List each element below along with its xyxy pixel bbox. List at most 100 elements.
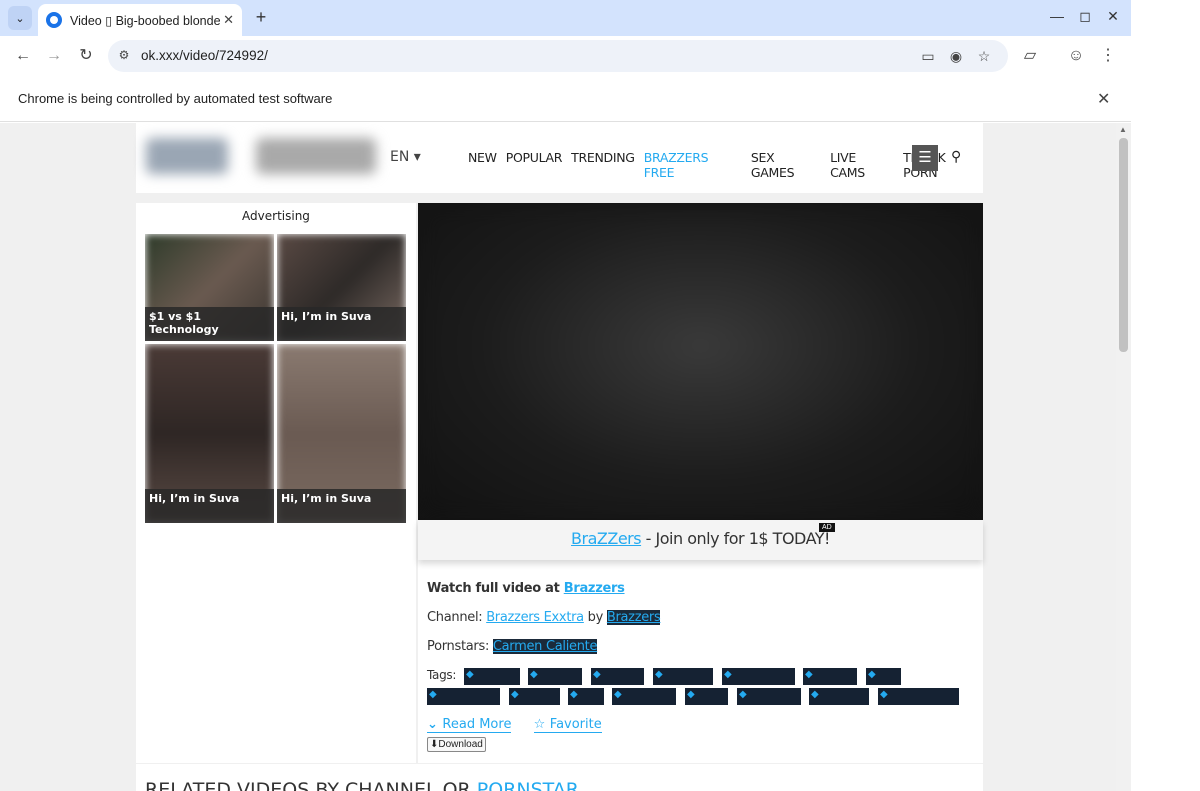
ad-tile[interactable]: Hi, I’m in Suva [277,344,406,523]
tab-close-icon[interactable]: ✕ [223,12,234,28]
nav-sex-games[interactable]: SEX GAMES [751,150,821,180]
tag-chip[interactable] [803,668,857,685]
watch-full-row: Watch full video at Brazzers [427,581,977,610]
star-plus-icon: ☆ [533,717,550,732]
automation-infobar: Chrome is being controlled by automated … [0,76,1131,122]
related-section: RELATED VIDEOS BY CHANNEL OR PORNSTAR [136,764,983,791]
scroll-thumb[interactable] [1119,138,1128,352]
desktop-background [1131,0,1200,791]
page-content: EN ▾ NEW POPULAR TRENDING BRAZZERS FREE … [0,123,1116,791]
ad-caption: Hi, I’m in Suva [145,489,274,523]
search-icon[interactable]: ⚲ [951,148,961,165]
address-bar[interactable]: ⚙ ok.xxx/video/724992/ ▭ ◉ ☆ [108,40,1008,72]
related-title: RELATED VIDEOS BY CHANNEL OR PORNSTAR [145,779,579,791]
tab-title: Video ▯ Big-boobed blonde [70,13,220,28]
bookmark-star-icon[interactable]: ☆ [975,48,993,65]
tag-chip[interactable] [866,668,901,685]
ad-tile[interactable]: $1 vs $1 Technology [145,234,274,341]
minimize-button[interactable]: — [1047,8,1067,24]
nav-new[interactable]: NEW [468,150,497,180]
profile-icon[interactable]: ☺ [1064,44,1088,68]
back-button[interactable]: ← [11,44,35,68]
network-link[interactable]: Brazzers [606,610,661,625]
forward-button[interactable]: → [42,44,66,68]
chevron-down-icon: ⌄ [427,717,443,732]
eye-off-icon[interactable]: ◉ [947,48,965,65]
hamburger-menu-icon[interactable]: ☰ [912,145,938,171]
ad-caption: Hi, I’m in Suva [277,489,406,523]
tag-chip[interactable] [685,688,728,705]
install-app-icon[interactable]: ▭ [919,48,937,65]
tag-chip[interactable] [612,688,676,705]
watch-link[interactable]: Brazzers [564,581,625,596]
infobar-close-icon[interactable]: ✕ [1097,89,1110,109]
watch-label: Watch full video at [427,581,564,596]
related-title-link[interactable]: PORNSTAR [477,779,579,791]
pornstar-link[interactable]: Carmen Caliente [492,639,597,654]
sponsor-link[interactable]: BraZZers [571,529,642,548]
tab-strip: ⌄ Video ▯ Big-boobed blonde ✕ + — ◻ ✕ [0,0,1131,36]
nav-live-cams[interactable]: LIVE CAMS [830,150,894,180]
tag-chip[interactable] [653,668,713,685]
favorite-label: Favorite [549,717,602,732]
read-more-link[interactable]: ⌄ Read More [427,717,512,733]
menu-dots-icon[interactable]: ⋮ [1096,44,1120,68]
video-frame [418,203,983,520]
reload-button[interactable]: ↻ [74,44,98,68]
tag-chip[interactable] [878,688,959,705]
ad-tile[interactable]: Hi, I’m in Suva [277,234,406,341]
video-actions: ⌄ Read More ☆ Favorite [427,717,620,733]
window-close-button[interactable]: ✕ [1103,8,1123,25]
advertising-column: Advertising $1 vs $1 Technology Hi, I’m … [136,203,416,763]
favorite-link[interactable]: ☆ Favorite [533,717,602,733]
tag-chip[interactable] [737,688,801,705]
download-button[interactable]: ⬇Download [427,737,486,752]
video-column: BraZZers - Join only for 1$ TODAY! AD Wa… [418,203,983,763]
video-info: Watch full video at Brazzers Channel: Br… [427,581,977,708]
tab-active[interactable]: Video ▯ Big-boobed blonde ✕ [38,4,242,36]
ad-caption: Hi, I’m in Suva [277,307,406,341]
language-select[interactable]: EN ▾ [390,149,421,165]
channel-label: Channel: [427,610,487,625]
site-logo-text[interactable] [256,138,376,174]
tag-chip[interactable] [809,688,869,705]
nav-popular[interactable]: POPULAR [506,150,563,180]
maximize-button[interactable]: ◻ [1075,8,1095,25]
main-nav: NEW POPULAR TRENDING BRAZZERS FREE SEX G… [468,150,983,180]
tag-chip[interactable] [591,668,644,685]
nav-brazzers-free[interactable]: BRAZZERS FREE [644,150,742,180]
advertising-title: Advertising [242,209,310,223]
site-header: EN ▾ NEW POPULAR TRENDING BRAZZERS FREE … [136,123,983,193]
related-title-text: RELATED VIDEOS BY CHANNEL OR [145,779,477,791]
pornstars-row: Pornstars: Carmen Caliente [427,639,977,668]
channel-row: Channel: Brazzers Exxtra by Brazzers [427,610,977,639]
site-info-icon[interactable]: ⚙ [116,48,132,64]
ad-caption: $1 vs $1 Technology [145,307,274,341]
sponsor-banner[interactable]: BraZZers - Join only for 1$ TODAY! [418,520,983,560]
extensions-icon[interactable]: ▱ [1018,44,1042,68]
tags-label: Tags: [427,668,457,682]
url-text[interactable]: ok.xxx/video/724992/ [141,48,268,63]
tag-chip[interactable] [509,688,560,705]
tag-chip[interactable] [464,668,520,685]
scroll-up-icon[interactable]: ▲ [1119,125,1127,134]
browser-toolbar: ← → ↻ ⚙ ok.xxx/video/724992/ ▭ ◉ ☆ ▱ ☺ ⋮ [0,36,1131,76]
tag-chip[interactable] [722,668,795,685]
tag-chip[interactable] [528,668,582,685]
nav-trending[interactable]: TRENDING [571,150,635,180]
ad-tile[interactable]: Hi, I’m in Suva [145,344,274,523]
site-favicon-icon [46,12,62,28]
infobar-text: Chrome is being controlled by automated … [18,91,333,106]
video-player[interactable] [418,203,983,520]
tag-chip[interactable] [427,688,500,705]
ad-badge: AD [819,523,835,532]
channel-link[interactable]: Brazzers Exxtra [486,610,584,625]
tag-chip[interactable] [568,688,604,705]
tags-row: Tags: [427,668,977,708]
read-more-label: Read More [442,717,512,732]
pornstars-label: Pornstars: [427,639,493,654]
page-scrollbar[interactable]: ▲ [1116,123,1131,791]
tab-search-button[interactable]: ⌄ [8,6,32,30]
new-tab-button[interactable]: + [250,6,272,28]
site-logo[interactable] [146,138,228,174]
